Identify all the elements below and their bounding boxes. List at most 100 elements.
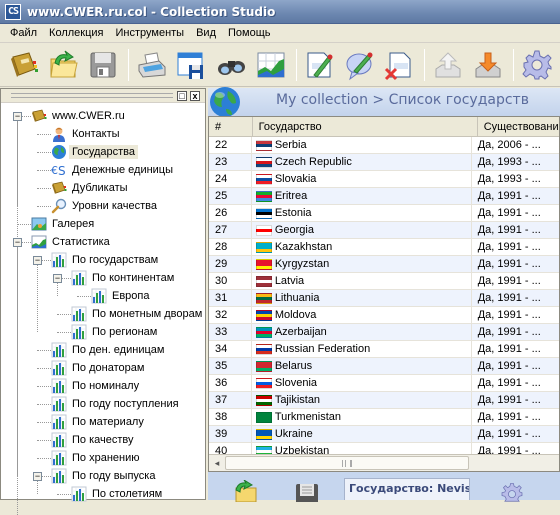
tree-connector [37,481,38,494]
tree-item[interactable]: По континентам [71,269,177,287]
column-header-existence[interactable]: Существовани [478,117,559,137]
scroll-left-button[interactable]: ◂ [209,455,225,471]
table-row[interactable]: 27 Georgia Да, 1991 - ... [209,222,559,239]
table-row[interactable]: 25 Eritrea Да, 1991 - ... [209,188,559,205]
menu-view[interactable]: Вид [190,27,222,39]
row-number: 37 [209,392,252,408]
existence-cell: Да, 1991 - ... [477,309,541,321]
bar-chart-icon [51,396,67,412]
row-number: 38 [209,409,252,425]
country-cell: Slovakia [252,171,472,187]
table-row[interactable]: 29 Kyrgyzstan Да, 1991 - ... [209,256,559,273]
folder-open-icon[interactable] [232,480,258,502]
table-row[interactable]: 34 Russian Federation Да, 1991 - ... [209,341,559,358]
menu-tools[interactable]: Инструменты [110,27,191,39]
existence-cell: Да, 1991 - ... [477,224,541,236]
country-cell: Czech Republic [252,154,472,170]
table-row[interactable]: 35 Belarus Да, 1991 - ... [209,358,559,375]
book-icon [10,51,38,77]
table-row[interactable]: 38 Turkmenistan Да, 1991 - ... [209,409,559,426]
import-button[interactable] [471,47,505,83]
tree-item[interactable]: Европа [91,287,153,305]
panel-restore-button[interactable]: □ [177,91,187,101]
existence-cell: Да, 1991 - ... [477,428,541,440]
tree-item-label: Европа [112,290,150,302]
tree-item[interactable]: Контакты [51,125,123,143]
panel-close-button[interactable]: x [190,91,200,101]
column-header-number[interactable]: # [209,117,253,137]
tree-item[interactable]: Уровни качества [51,197,160,215]
menu-file[interactable]: Файл [4,27,43,39]
delete-item-button[interactable] [383,47,417,83]
flag-icon [255,428,272,440]
table-row[interactable]: 33 Azerbaijan Да, 1991 - ... [209,324,559,341]
tree-item[interactable]: По хранению [51,449,142,467]
table-row[interactable]: 28 Kazakhstan Да, 1991 - ... [209,239,559,256]
table-row[interactable]: 30 Latvia Да, 1991 - ... [209,273,559,290]
tree-item[interactable]: Статистика [31,233,113,251]
panel-grip[interactable] [11,93,173,98]
tree-item[interactable]: По материалу [51,413,147,431]
scrollbar-thumb[interactable] [225,456,469,470]
table-row[interactable]: 39 Ukraine Да, 1991 - ... [209,426,559,443]
table-row[interactable]: 26 Estonia Да, 1991 - ... [209,205,559,222]
tree-item[interactable]: По году поступления [51,395,182,413]
collapse-toggle[interactable]: − [13,112,22,121]
collapse-toggle[interactable]: − [13,238,22,247]
table-row[interactable]: 31 Lithuania Да, 1991 - ... [209,290,559,307]
edit-item-button[interactable] [303,47,337,83]
country-name: Tajikistan [274,394,321,406]
table-row[interactable]: 22 Serbia Да, 2006 - ... [209,137,559,154]
collection-tree-panel: □ x www.CWER.ru − Контакты Государства € S Ден… [0,88,206,515]
tree-item[interactable]: По номиналу [51,377,142,395]
find-button[interactable] [214,47,248,83]
tree-item[interactable]: По году выпуска [51,467,158,485]
open-folder-button[interactable] [46,47,80,83]
table-row[interactable]: 37 Tajikistan Да, 1991 - ... [209,392,559,409]
flag-icon [255,275,272,287]
tree-item[interactable]: € S Денежные единицы [51,161,176,179]
table-row[interactable]: 23 Czech Republic Да, 1993 - ... [209,154,559,171]
tree-item-label: Статистика [52,236,110,248]
settings-button[interactable] [520,47,554,83]
tree-item[interactable]: Государства [51,143,139,161]
tree-item[interactable]: По качеству [51,431,137,449]
existence-cell: Да, 1991 - ... [477,207,541,219]
tree-item[interactable]: По столетиям [71,485,165,503]
country-cell: Georgia [252,222,472,238]
collapse-toggle[interactable]: − [33,256,42,265]
save-window-button[interactable] [174,47,208,83]
tree-item[interactable]: По донаторам [51,359,147,377]
edit-comment-button[interactable] [343,47,377,83]
flag-icon [255,190,272,202]
table-row[interactable]: 24 Slovakia Да, 1993 - ... [209,171,559,188]
horizontal-scrollbar[interactable]: ◂ [209,454,559,471]
open-collection-button[interactable] [6,47,40,83]
column-header-country[interactable]: Государство [253,117,478,137]
tree-item[interactable]: По монетным дворам [71,305,205,323]
row-number: 31 [209,290,252,306]
table-row[interactable]: 32 Moldova Да, 1991 - ... [209,307,559,324]
tree-item[interactable]: По регионам [71,323,160,341]
tree-item[interactable]: По ден. единицам [51,341,167,359]
export-button[interactable] [431,47,465,83]
floppy-disk-icon[interactable] [294,482,320,502]
tree-item-label: По донаторам [72,362,145,374]
tree-item[interactable]: www.CWER.ru [31,107,128,125]
save-button[interactable] [86,47,120,83]
menu-help[interactable]: Помощь [222,27,277,39]
tree-item[interactable]: Дубликаты [51,179,131,197]
row-number: 28 [209,239,252,255]
statistics-button[interactable] [254,47,288,83]
existence-cell: Да, 1991 - ... [477,190,541,202]
tree-item[interactable]: По государствам [51,251,161,269]
collapse-toggle[interactable]: − [53,274,62,283]
menu-collection[interactable]: Коллекция [43,27,109,39]
tree-item[interactable]: Галерея [31,215,97,233]
gear-icon[interactable] [498,482,526,502]
print-button[interactable] [135,47,169,83]
printer-icon [138,51,166,78]
table-row[interactable]: 36 Slovenia Да, 1991 - ... [209,375,559,392]
country-cell: Eritrea [252,188,472,204]
collapse-toggle[interactable]: − [33,472,42,481]
